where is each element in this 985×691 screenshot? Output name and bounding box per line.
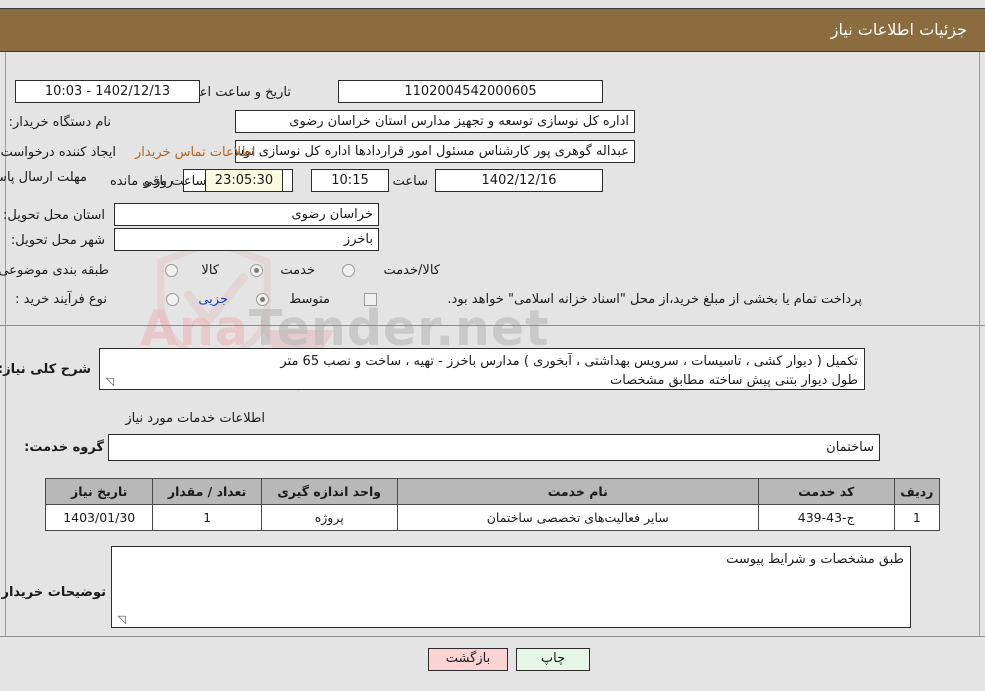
header-band: جزئیات اطلاعات نیاز <box>0 8 985 52</box>
col-date: تاریخ نیاز <box>44 478 154 505</box>
buyer-contact-link[interactable]: اطلاعات تماس خریدار <box>135 145 255 160</box>
print-button[interactable]: چاپ <box>516 648 590 671</box>
radio-category-khedmat[interactable] <box>250 264 263 277</box>
city-label: شهر محل تحویل: <box>10 233 105 248</box>
checkbox-label-islamic-treasury-payment: پرداخت تمام یا بخشی از مبلغ خرید،از محل … <box>447 292 862 307</box>
deadline-hour-value: 10:15 <box>311 169 389 192</box>
need-summary-box: تکمیل ( دیوار کشی ، تاسیسات ، سرویس بهدا… <box>99 348 865 390</box>
category-label: طبقه بندی موضوعی: <box>0 263 109 278</box>
cell-unit: پروژه <box>260 504 398 531</box>
buyer-notes-value: طبق مشخصات و شرایط پیوست <box>726 552 904 567</box>
back-button[interactable]: بازگشت <box>428 648 508 671</box>
service-group-label: گروه خدمت: <box>24 440 104 455</box>
buyer-org-label: نام دستگاه خریدار: <box>8 115 111 130</box>
public-announce-value: 10:03 - 1402/12/13 <box>15 80 200 103</box>
radio-process-jozei[interactable] <box>166 293 179 306</box>
province-value: خراسان رضوی <box>114 203 379 226</box>
radio-label-kala: کالا <box>201 263 219 278</box>
deadline-date-value: 1402/12/16 <box>435 169 603 192</box>
province-label: استان محل تحویل: <box>3 208 105 223</box>
services-table: ردیف کد خدمت نام خدمت واحد اندازه گیری ت… <box>44 478 941 531</box>
col-qty: تعداد / مقدار <box>152 478 262 505</box>
need-number-value: 1102004542000605 <box>338 80 603 103</box>
cell-date: 1403/01/30 <box>44 504 154 531</box>
cell-qty: 1 <box>152 504 262 531</box>
col-row: ردیف <box>893 478 941 505</box>
process-label: نوع فرآیند خرید : <box>15 292 107 307</box>
radio-label-jozei: جزیی <box>198 292 228 307</box>
requester-label: ایجاد کننده درخواست: <box>0 145 116 160</box>
remaining-time-value: 23:05:30 <box>205 169 283 192</box>
page-title: جزئیات اطلاعات نیاز <box>830 20 967 39</box>
col-unit: واحد اندازه گیری <box>260 478 398 505</box>
buyer-org-value: اداره کل نوسازی توسعه و تجهیز مدارس استا… <box>235 110 635 133</box>
table-header-row: ردیف کد خدمت نام خدمت واحد اندازه گیری ت… <box>44 478 941 505</box>
checkbox-islamic-treasury-payment[interactable] <box>364 293 377 306</box>
need-summary-line-2: طول دیوار بتنی پیش ساخته مطابق مشخصات <box>610 373 858 388</box>
radio-category-kala[interactable] <box>165 264 178 277</box>
cell-row: 1 <box>893 504 941 531</box>
resize-grip-icon[interactable]: ◹ <box>102 376 114 388</box>
page-root: AnaTender.net جزئیات اطلاعات نیاز شماره … <box>0 0 985 691</box>
table-row: 1 ج-43-439 سایر فعالیت‌های تخصصی ساختمان… <box>44 504 941 531</box>
panel-rule-right <box>979 52 980 325</box>
remaining-time-label: ساعت باقی مانده <box>110 174 207 189</box>
radio-label-motevaset: متوسط <box>289 292 330 307</box>
cell-code: ج-43-439 <box>757 504 895 531</box>
deadline-hour-label: ساعت <box>392 174 428 189</box>
cell-name: سایر فعالیت‌های تخصصی ساختمان <box>396 504 759 531</box>
radio-label-khedmat: خدمت <box>280 263 315 278</box>
panel-divider-2 <box>0 636 985 637</box>
services-section-title: اطلاعات خدمات مورد نیاز <box>125 411 265 426</box>
requester-value: عبداله گوهری پور کارشناس مسئول امور قرار… <box>235 140 635 163</box>
resize-grip-icon-notes[interactable]: ◹ <box>114 614 126 626</box>
need-summary-line-1: تکمیل ( دیوار کشی ، تاسیسات ، سرویس بهدا… <box>280 354 858 369</box>
radio-label-kala-khedmat: کالا/خدمت <box>383 263 440 278</box>
city-value: باخرز <box>114 228 379 251</box>
radio-process-motevaset[interactable] <box>256 293 269 306</box>
buyer-notes-box[interactable]: طبق مشخصات و شرایط پیوست ◹ <box>111 546 911 628</box>
service-group-value: ساختمان <box>108 434 880 461</box>
col-name: نام خدمت <box>396 478 759 505</box>
deadline-label: مهلت ارسال پاسخ: تا تاریخ: <box>0 170 87 185</box>
buyer-notes-label: توضیحات خریدار: <box>0 585 106 600</box>
panel-divider-1 <box>0 325 985 326</box>
col-code: کد خدمت <box>757 478 895 505</box>
radio-category-kala-khedmat[interactable] <box>342 264 355 277</box>
panel-rule-left <box>5 52 6 325</box>
panel2-rule-right <box>979 326 980 636</box>
need-summary-label: شرح کلی نیاز: <box>0 362 91 377</box>
